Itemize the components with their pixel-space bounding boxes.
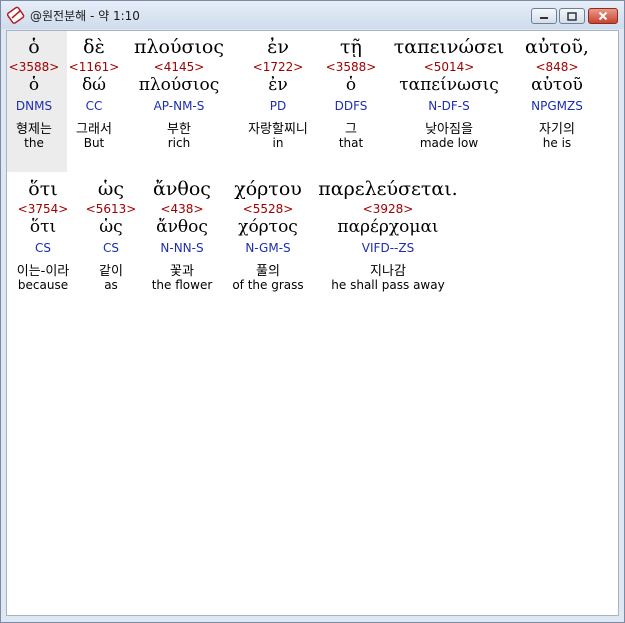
lemma: αὑτοῦ: [531, 75, 583, 95]
korean-gloss: 풀의: [256, 264, 280, 279]
strong-number: <848>: [535, 60, 579, 74]
morphology-code: CS: [35, 241, 51, 255]
korean-gloss: 부한: [167, 122, 191, 137]
strong-number: <5613>: [85, 202, 137, 216]
app-window: @원전분해 - 약 1:10 ὁ <3588> ὁ DNMS 형제는 the δ…: [0, 0, 625, 623]
greek-word: ὅτι: [28, 178, 58, 200]
english-gloss: made low: [419, 136, 479, 150]
morphology-code: DNMS: [15, 99, 53, 113]
strong-number: <3754>: [17, 202, 69, 216]
english-gloss: because: [17, 278, 69, 292]
minimize-icon: [540, 17, 548, 19]
morphology-code: PD: [269, 99, 287, 113]
analysis-pane: ὁ <3588> ὁ DNMS 형제는 the δὲ <1161> δώ CC …: [6, 30, 619, 616]
greek-word: πλούσιος: [133, 36, 225, 58]
morphology-code: DDFS: [334, 99, 368, 113]
korean-gloss: 지나감: [370, 264, 406, 279]
korean-gloss: 자기의: [539, 122, 575, 137]
greek-word: ταπεινώσει: [393, 36, 505, 58]
english-gloss: as: [104, 278, 118, 292]
english-gloss: he shall pass away: [331, 278, 445, 292]
greek-word: δὲ: [83, 36, 105, 58]
english-gloss: the: [24, 136, 44, 150]
english-gloss: rich: [167, 136, 191, 150]
greek-word: ὡς: [97, 178, 125, 200]
strong-number: <3928>: [362, 202, 414, 216]
morphology-code: N-GM-S: [245, 241, 291, 255]
window-title: @원전분해 - 약 1:10: [30, 9, 140, 23]
lemma: ἐν: [268, 75, 288, 95]
english-gloss: he is: [542, 136, 572, 150]
lemma: ὅτι: [29, 217, 57, 237]
english-gloss: that: [338, 136, 364, 150]
morphology-code: AP-NM-S: [153, 99, 205, 113]
close-icon: [598, 11, 608, 21]
strong-number: <3588>: [8, 60, 60, 74]
lemma: χόρτος: [238, 217, 298, 237]
greek-word: αὐτοῦ,: [525, 36, 589, 58]
greek-word: χόρτου: [234, 178, 302, 200]
english-gloss: in: [272, 136, 284, 150]
korean-gloss: 형제는: [16, 122, 52, 137]
morphology-code: N-NN-S: [160, 241, 204, 255]
greek-word: τῇ: [340, 36, 362, 58]
lemma: ταπείνωσις: [399, 75, 499, 95]
korean-gloss: 그: [345, 122, 357, 137]
english-gloss: But: [83, 136, 105, 150]
greek-word: ἐν: [267, 36, 289, 58]
korean-gloss: 같이: [99, 264, 123, 279]
greek-word: παρελεύσεται.: [318, 178, 458, 200]
strong-number: <1722>: [252, 60, 304, 74]
lemma: παρέρχομαι: [337, 217, 439, 237]
korean-gloss: 그래서: [76, 122, 112, 137]
korean-gloss: 낮아짐을: [425, 122, 473, 137]
strong-number: <438>: [160, 202, 204, 216]
english-gloss: of the grass: [232, 278, 304, 292]
morphology-code: CS: [103, 241, 119, 255]
greek-word: ἄνθος: [153, 178, 211, 200]
korean-gloss: 자랑할찌니: [248, 122, 308, 137]
morphology-code: NPGMZS: [531, 99, 583, 113]
maximize-button[interactable]: [559, 8, 585, 24]
lemma: ὁ: [28, 75, 40, 95]
maximize-icon: [567, 11, 577, 21]
morphology-code: VIFD--ZS: [361, 241, 415, 255]
lemma: ὡς: [99, 217, 123, 237]
strong-number: <3588>: [325, 60, 377, 74]
korean-gloss: 꽃과: [170, 264, 194, 279]
lemma: δώ: [81, 75, 107, 95]
title-bar[interactable]: @원전분해 - 약 1:10: [1, 1, 624, 29]
greek-word: ὁ: [28, 36, 40, 58]
strong-number: <5528>: [242, 202, 294, 216]
bible-app-icon: [7, 6, 25, 24]
lemma: ὁ: [345, 75, 357, 95]
strong-number: <4145>: [153, 60, 205, 74]
strong-number: <5014>: [423, 60, 475, 74]
morphology-code: CC: [85, 99, 103, 113]
english-gloss: the flower: [151, 278, 213, 292]
lemma: πλούσιος: [138, 75, 220, 95]
minimize-button[interactable]: [531, 8, 557, 24]
morphology-code: N-DF-S: [428, 99, 470, 113]
lemma: ἄνθος: [156, 217, 208, 237]
close-button[interactable]: [588, 8, 618, 24]
strong-number: <1161>: [68, 60, 120, 74]
korean-gloss: 이는-이라: [16, 264, 70, 279]
